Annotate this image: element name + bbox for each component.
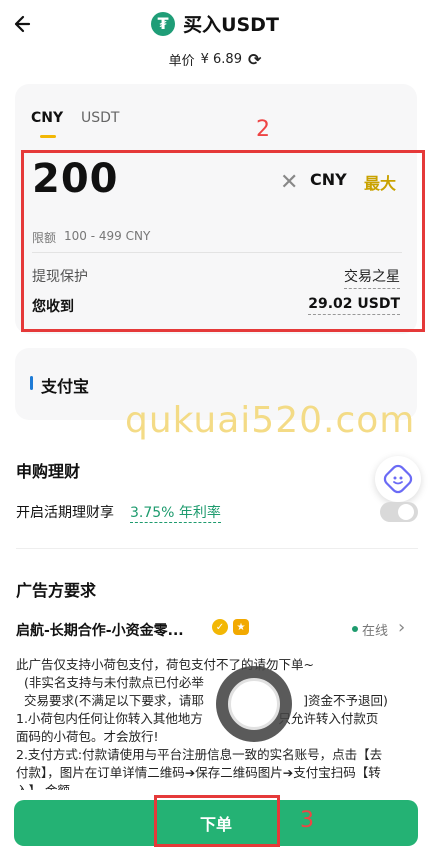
divider — [16, 548, 418, 549]
clear-icon[interactable]: ✕ — [280, 170, 298, 195]
divider — [32, 252, 402, 253]
chevron-right-icon[interactable]: › — [398, 617, 405, 638]
flexible-earn-label: 开启活期理财享 — [16, 505, 114, 521]
page-header: ₮ 买入USDT — [0, 10, 430, 37]
tab-usdt[interactable]: USDT — [81, 110, 119, 126]
floating-assistive-button[interactable] — [216, 666, 292, 742]
online-status-dot — [352, 626, 358, 632]
ad-terms-line: 1.小荷包内任何让你转入其他地方 只允许转入付款页 — [16, 711, 379, 726]
annotation-highlight-box — [154, 795, 280, 847]
seller-name[interactable]: 启航-长期合作-小资金零... — [16, 620, 184, 640]
limit-range: 100 - 499 CNY — [64, 229, 151, 243]
tether-logo-icon: ₮ — [151, 11, 176, 36]
limit-label: 限额 — [32, 231, 57, 245]
tab-cny[interactable]: CNY — [31, 110, 63, 126]
payment-method-label: 支付宝 — [41, 377, 90, 396]
ad-requirements-title: 广告方要求 — [16, 581, 97, 600]
merchant-badge-icon: ★ — [233, 619, 249, 635]
tab-active-indicator — [40, 135, 56, 138]
ad-terms-text: 此广告仅支持小荷包支付，荷包支付不了的请勿下单~ (非实名支持与未付款点已付必举… — [16, 656, 416, 800]
ad-terms-line: 面码的小荷包。才会放行! — [16, 729, 159, 744]
amount-input[interactable]: 200 — [32, 156, 119, 202]
ad-terms-line: 付款】，图片在订单详情二维码➔保存二维码图片➔支付宝扫码【转 — [16, 765, 381, 780]
max-button[interactable]: 最大 — [364, 170, 396, 194]
receive-value: 29.02 USDT — [308, 296, 400, 315]
receive-label: 您收到 — [32, 299, 74, 315]
unit-price-label: 单价 — [168, 54, 195, 69]
toggle-knob — [398, 504, 414, 520]
refresh-icon[interactable]: ⟳ — [248, 50, 261, 69]
ai-assistant-icon[interactable] — [375, 456, 421, 502]
ad-terms-line: 2.支付方式:付款请使用与平台注册信息一致的实名账号，点击【去 — [16, 747, 383, 762]
watermark-text: qukuai520.com — [125, 400, 416, 441]
annotation-number-3: 3 — [300, 808, 314, 833]
verified-badge-icon: ✓ — [212, 619, 228, 635]
annotation-number-2: 2 — [256, 117, 270, 142]
amount-currency: CNY — [310, 170, 347, 189]
online-status: 在线 — [362, 624, 389, 639]
wealth-section-title: 申购理财 — [16, 462, 81, 481]
withdraw-protection-value[interactable]: 交易之星 — [344, 266, 400, 289]
withdraw-protection-label: 提现保护 — [32, 269, 88, 285]
ad-terms-line: 此广告仅支持小荷包支付，荷包支付不了的请勿下单~ — [16, 657, 314, 672]
page-title: 买入USDT — [183, 14, 279, 36]
unit-price-value: ¥ 6.89 — [200, 52, 242, 67]
payment-method-marker — [30, 376, 33, 390]
unit-price-row: 单价 ¥ 6.89 ⟳ — [0, 50, 430, 69]
annual-rate[interactable]: 3.75% 年利率 — [130, 502, 221, 523]
ad-terms-line: (非实名支持与未付款点已付必举 — [16, 675, 204, 690]
assistive-button-inner — [228, 678, 280, 730]
